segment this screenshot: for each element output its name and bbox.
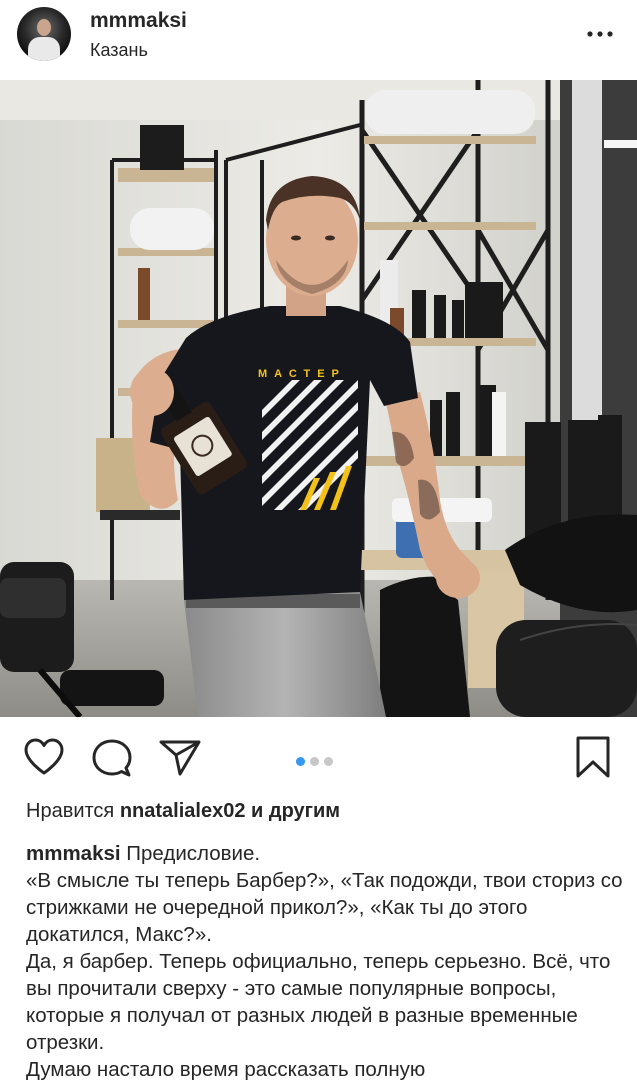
- likes-suffix[interactable]: и другим: [251, 800, 340, 822]
- send-icon[interactable]: [158, 738, 202, 778]
- carousel-dot: [310, 757, 319, 766]
- avatar-face: [37, 19, 51, 36]
- caption-paragraph: Да, я барбер. Теперь официально, теперь …: [26, 950, 611, 1054]
- comment-icon[interactable]: [91, 738, 133, 778]
- username[interactable]: mmmaksi: [90, 9, 187, 33]
- location[interactable]: Казань: [90, 40, 148, 61]
- likes-line[interactable]: Нравится nnatalialex02 и другим: [26, 800, 340, 823]
- caption-username[interactable]: mmmaksi: [26, 842, 121, 865]
- caption-paragraph: «В смысле ты теперь Барбер?», «Так подож…: [26, 869, 623, 946]
- caption-text: Предисловие.: [126, 842, 261, 865]
- action-bar: [0, 717, 637, 797]
- avatar[interactable]: [17, 7, 71, 61]
- heart-icon[interactable]: [23, 737, 65, 777]
- more-icon[interactable]: [586, 24, 614, 44]
- avatar-shirt: [28, 37, 60, 61]
- likes-prefix: Нравится: [26, 800, 115, 822]
- caption: mmmaksi Предисловие. «В смысле ты теперь…: [26, 840, 626, 1083]
- likes-user[interactable]: nnatalialex02: [120, 800, 246, 822]
- caption-line-1: mmmaksi Предисловие.: [26, 840, 626, 867]
- shirt-text: МАСТЕР: [258, 368, 346, 380]
- carousel-dot: [296, 757, 305, 766]
- carousel-indicator: [296, 753, 338, 766]
- caption-paragraph: Думаю настало время рассказать полную: [26, 1058, 426, 1081]
- carousel-dot: [324, 757, 333, 766]
- post-photo[interactable]: МАСТЕР: [0, 80, 637, 717]
- post-header: mmmaksi Казань: [0, 0, 637, 80]
- bookmark-icon[interactable]: [574, 735, 612, 779]
